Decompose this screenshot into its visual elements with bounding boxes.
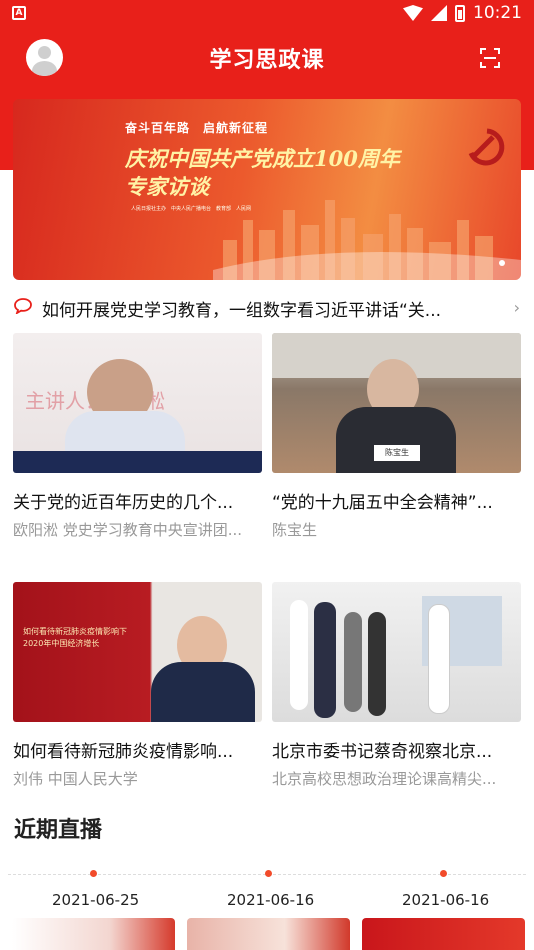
timeline-dot bbox=[440, 870, 447, 877]
wifi-icon bbox=[403, 5, 423, 21]
clock: 10:21 bbox=[473, 3, 522, 23]
news-ticker[interactable]: 如何开展党史学习教育，一组数字看习近平讲话“关... › bbox=[14, 296, 522, 321]
course-speaker: 北京高校思想政治理论课高精尖... bbox=[272, 770, 497, 788]
course-thumbnail bbox=[272, 582, 521, 722]
live-thumbnail[interactable] bbox=[362, 918, 525, 950]
speech-bubble-icon bbox=[14, 298, 32, 314]
course-title: 如何看待新冠肺炎疫情影响... bbox=[13, 742, 234, 762]
signal-icon bbox=[431, 5, 447, 21]
live-date: 2021-06-16 bbox=[402, 891, 490, 909]
page-title: 学习思政课 bbox=[209, 48, 325, 73]
course-title: 北京市委书记蔡奇视察北京... bbox=[272, 742, 493, 762]
chevron-right-icon[interactable]: › bbox=[514, 298, 520, 317]
banner-carousel[interactable]: 奋斗百年路 启航新征程 庆祝中国共产党成立100周年 专家访谈 人民日报社主办 … bbox=[13, 99, 521, 280]
thumbnail-caption: 如何看待新冠肺炎疫情影响下 2020年中国经济增长 bbox=[23, 627, 127, 648]
battery-icon bbox=[455, 4, 465, 22]
course-card[interactable]: 主讲人：欧阳淞 关于党的近百年历史的几个... 欧阳淞 党史学习教育中央宣讲团.… bbox=[13, 333, 262, 540]
app-notification-icon: A bbox=[12, 6, 26, 20]
live-date: 2021-06-25 bbox=[52, 891, 140, 909]
news-headline: 如何开展党史学习教育，一组数字看习近平讲话“关... bbox=[42, 301, 442, 321]
banner-subtitle: 奋斗百年路 启航新征程 bbox=[125, 121, 269, 135]
banner-title-line1: 庆祝中国共产党成立100周年 bbox=[125, 146, 400, 171]
course-thumbnail: 陈宝生 bbox=[272, 333, 521, 473]
course-thumbnail: 如何看待新冠肺炎疫情影响下 2020年中国经济增长 bbox=[13, 582, 262, 722]
live-date: 2021-06-16 bbox=[227, 891, 315, 909]
timeline-dot bbox=[265, 870, 272, 877]
system-indicators: 10:21 bbox=[403, 3, 522, 23]
app-header: 学习思政课 bbox=[0, 28, 534, 90]
live-thumbnail[interactable] bbox=[187, 918, 350, 950]
course-speaker: 刘伟 中国人民大学 bbox=[13, 770, 138, 788]
course-title: 关于党的近百年历史的几个... bbox=[13, 493, 234, 513]
course-thumbnail: 主讲人：欧阳淞 bbox=[13, 333, 262, 473]
timeline-dot bbox=[90, 870, 97, 877]
city-skyline-illustration bbox=[213, 200, 521, 280]
carousel-indicator[interactable] bbox=[499, 260, 505, 266]
course-card[interactable]: 陈宝生 “党的十九届五中全会精神”... 陈宝生 bbox=[272, 333, 521, 540]
status-bar: A 10:21 bbox=[0, 0, 534, 28]
course-card[interactable]: 北京市委书记蔡奇视察北京... 北京高校思想政治理论课高精尖... bbox=[272, 582, 521, 789]
course-speaker: 陈宝生 bbox=[272, 521, 318, 539]
party-emblem-icon bbox=[468, 128, 505, 166]
section-title-live: 近期直播 bbox=[14, 818, 103, 843]
course-card[interactable]: 如何看待新冠肺炎疫情影响下 2020年中国经济增长 如何看待新冠肺炎疫情影响..… bbox=[13, 582, 262, 789]
banner-title-line2: 专家访谈 bbox=[125, 174, 209, 199]
banner-fine-print: 人民日报社主办 中央人民广播电台 教育部 人民网 bbox=[131, 206, 252, 212]
live-thumbnail[interactable] bbox=[12, 918, 175, 950]
course-title: “党的十九届五中全会精神”... bbox=[272, 493, 493, 513]
course-speaker: 欧阳淞 党史学习教育中央宣讲团... bbox=[13, 521, 243, 539]
thumbnail-caption: 陈宝生 bbox=[374, 445, 420, 461]
scan-icon[interactable] bbox=[480, 48, 500, 68]
